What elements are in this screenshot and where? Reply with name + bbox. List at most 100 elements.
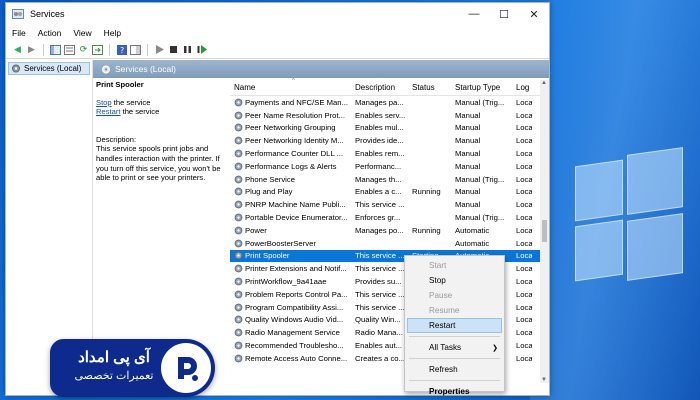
service-name: Printer Extensions and Notif...	[245, 264, 347, 274]
menu-file[interactable]: File	[12, 28, 26, 38]
cell-description: This service ...	[355, 200, 405, 210]
maximize-button[interactable]: ☐	[489, 3, 519, 25]
cell-log-on-as: Loca	[516, 213, 532, 223]
properties-pane-icon[interactable]	[130, 44, 141, 55]
cell-log-on-as: Loca	[516, 289, 532, 299]
service-name: PNRP Machine Name Publi...	[245, 200, 346, 210]
menu-view[interactable]: View	[73, 28, 91, 38]
context-menu-properties[interactable]: Properties	[405, 384, 504, 399]
scroll-up-arrow-icon[interactable]: ▲	[541, 80, 547, 86]
gear-icon	[234, 188, 243, 196]
context-menu-pause: Pause	[429, 291, 453, 300]
scrollbar-thumb[interactable]	[542, 220, 547, 242]
table-row[interactable]: Plug and Play Enables a c... Running Manual…	[230, 186, 549, 199]
gear-icon	[234, 303, 243, 312]
context-menu-all-tasks[interactable]: All Tasks ❯	[405, 340, 504, 355]
context-menu-refresh[interactable]: Refresh	[405, 362, 504, 377]
svg-text:?: ?	[120, 46, 124, 55]
table-row[interactable]: Peer Name Resolution Prot... Enables serv…	[230, 109, 549, 122]
gear-icon	[234, 162, 243, 171]
vertical-scrollbar[interactable]: ▲ ▼	[540, 80, 549, 383]
context-menu-restart[interactable]: Restart	[407, 318, 502, 333]
cell-startup-type: Manual (Trig...	[455, 97, 505, 107]
service-name: PowerBoosterServer	[245, 238, 316, 248]
cell-description: Provides ide...	[355, 136, 404, 146]
table-row[interactable]: Peer Networking Identity M... Provides id…	[230, 134, 549, 147]
refresh-icon[interactable]: ⟳	[78, 44, 89, 55]
context-menu-stop[interactable]: Stop	[405, 273, 504, 288]
service-detail-panel: Print Spooler Stop the service Restart t…	[96, 80, 229, 183]
cell-log-on-as: Loca	[516, 264, 532, 274]
table-row[interactable]: Payments and NFC/SE Man... Manages pa... M…	[230, 96, 549, 109]
toolbar-separator	[147, 43, 148, 56]
export-list-icon[interactable]	[92, 44, 103, 55]
cell-name: Radio Management Service	[230, 328, 351, 337]
context-menu-separator	[409, 358, 500, 359]
column-header-description[interactable]: Description	[351, 83, 408, 92]
forward-arrow-icon[interactable]: ▶	[26, 44, 37, 55]
start-service-icon[interactable]	[154, 44, 165, 55]
window-title: Services	[30, 9, 65, 19]
table-row[interactable]: Phone Service Manages th... Manual (Trig..…	[230, 173, 549, 186]
pause-service-icon[interactable]	[182, 44, 193, 55]
gear-icon	[234, 149, 243, 158]
service-name: PrintWorkflow_9a41aae	[245, 277, 327, 287]
column-header-log-on-as[interactable]: Log	[512, 83, 532, 92]
restart-service-icon[interactable]	[196, 44, 207, 55]
cell-description: Enables serv...	[355, 110, 406, 120]
minimize-button[interactable]: —	[459, 3, 489, 25]
console-tree-icon[interactable]	[50, 44, 61, 55]
cell-name: PrintWorkflow_9a41aae	[230, 277, 351, 286]
gear-icon	[234, 226, 243, 235]
help-icon[interactable]: ?	[116, 44, 127, 55]
column-header-startup-type[interactable]: Startup Type	[451, 83, 512, 92]
service-name: Peer Name Resolution Prot...	[245, 110, 345, 120]
tree-item-label: Services (Local)	[24, 64, 82, 73]
table-row[interactable]: Power Manages po... Running Automatic Loca	[230, 224, 549, 237]
gear-icon	[234, 264, 243, 273]
scroll-down-arrow-icon[interactable]: ▼	[541, 377, 547, 383]
gear-icon	[234, 111, 243, 120]
menu-help[interactable]: Help	[104, 28, 121, 38]
cell-status: Running	[412, 225, 441, 235]
cell-startup-type: Manual (Trig...	[455, 213, 505, 223]
all-tasks-label: All Tasks	[429, 343, 462, 352]
stop-suffix: the service	[111, 97, 151, 107]
table-row[interactable]: PNRP Machine Name Publi... This service .…	[230, 198, 549, 211]
table-row[interactable]: Performance Counter DLL ... Enables rem..…	[230, 147, 549, 160]
cell-description: Provides su...	[355, 277, 402, 287]
cell-description: Radio Mana...	[355, 328, 403, 338]
cell-description: Performanc...	[355, 161, 402, 171]
back-arrow-icon[interactable]: ◀	[12, 44, 23, 55]
cell-name: Portable Device Enumerator...	[230, 213, 351, 222]
cell-log-on-as: Loca	[516, 174, 532, 184]
table-row[interactable]: Portable Device Enumerator... Enforces gr…	[230, 211, 549, 224]
cell-startup-type: Manual	[455, 161, 481, 171]
table-row[interactable]: Peer Networking Grouping Enables mul... Ma…	[230, 122, 549, 135]
column-header-name[interactable]: Name	[230, 83, 351, 92]
cell-description: Manages po...	[355, 225, 404, 235]
tree-item-services-local[interactable]: Services (Local)	[8, 62, 90, 75]
table-row[interactable]: Performance Logs & Alerts Performanc... Ma…	[230, 160, 549, 173]
close-button[interactable]: ✕	[519, 3, 549, 25]
restart-service-link[interactable]: Restart	[96, 107, 120, 116]
brand-badge: آی پی امداد تعمیرات تخصصی	[50, 339, 215, 397]
cell-description: Enables a c...	[355, 187, 402, 197]
context-menu-resume: Resume	[429, 306, 460, 315]
cell-description: This service ...	[355, 264, 405, 274]
menu-action[interactable]: Action	[38, 28, 62, 38]
restart-suffix: the service	[120, 107, 160, 117]
brand-tagline: تعمیرات تخصصی	[74, 370, 154, 382]
gear-icon	[234, 252, 243, 260]
table-row[interactable]: PowerBoosterServer Automatic Loca	[230, 237, 549, 250]
stop-service-icon[interactable]	[168, 44, 179, 55]
stop-service-link[interactable]: Stop	[96, 98, 112, 107]
gear-icon	[12, 64, 20, 73]
column-header-status[interactable]: Status	[408, 83, 451, 92]
context-menu: Start Stop Pause Resume Restart All Tasks ❯ …	[404, 255, 505, 396]
list-view-icon[interactable]	[64, 44, 75, 55]
gear-icon	[234, 290, 243, 299]
cell-description: Enables rem...	[355, 149, 405, 159]
sort-arrow-icon: ^	[292, 78, 295, 84]
service-name: Radio Management Service	[245, 328, 340, 338]
